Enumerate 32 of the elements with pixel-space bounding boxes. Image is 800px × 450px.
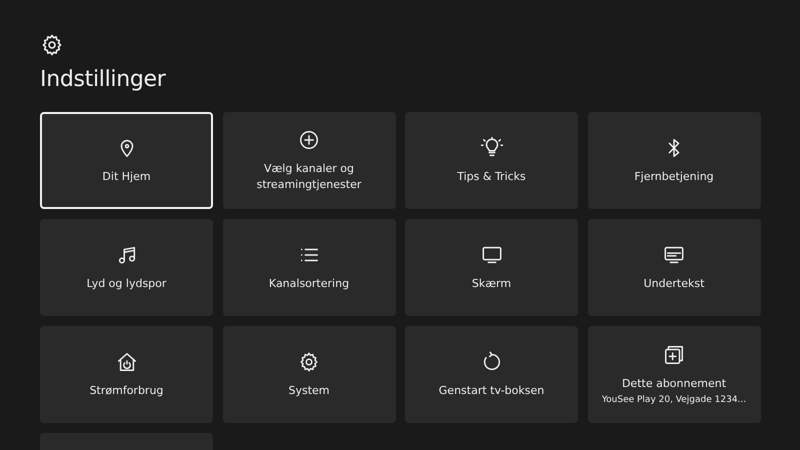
tile-label: Skærm (472, 276, 512, 292)
tile-label: Kanalsortering (268, 276, 350, 292)
settings-tile[interactable]: Genstart tv-boksen (405, 326, 578, 423)
settings-tile[interactable]: Tips & Tricks (405, 112, 578, 209)
tile-label: Lyd og lydspor (86, 276, 166, 292)
tile-label: Dette abonnement (622, 376, 726, 392)
settings-tile[interactable]: Undertekst (588, 219, 760, 316)
tile-label: Undertekst (644, 276, 704, 292)
tile-label: Genstart tv-boksen (438, 382, 544, 398)
settings-tile[interactable]: Lyd og lydspor (40, 219, 213, 316)
tile-subtitle: YouSee Play 20, Vejgade 1234... (602, 394, 746, 406)
lightbulb-icon (480, 136, 502, 158)
stacked-squares-plus-icon (663, 344, 685, 366)
settings-tile[interactable]: Kanalsortering (222, 219, 396, 316)
settings-tile[interactable]: Strømforbrug (40, 326, 213, 423)
gear-icon (298, 350, 320, 372)
settings-tile[interactable]: Fjernbetjening (588, 112, 760, 209)
settings-icon (40, 33, 64, 57)
tile-label: Fjernbetjening (634, 168, 714, 184)
settings-tile[interactable]: Skærm (405, 219, 578, 316)
tile-label: System (288, 382, 330, 398)
settings-tile[interactable]: System (222, 326, 396, 423)
page-title: Indstillinger (40, 67, 167, 92)
tile-label: Tips & Tricks (457, 168, 526, 184)
settings-tile[interactable]: Dette abonnement YouSee Play 20, Vejgade 1234... (588, 326, 760, 423)
tile-label: Strømforbrug (90, 382, 164, 398)
house-power-icon (116, 350, 138, 372)
tile-label: Vælg kanaler og streamingtjenester (256, 160, 362, 192)
plus-circle-icon (298, 128, 320, 150)
tile-label: Dit Hjem (102, 168, 151, 184)
settings-tile[interactable]: Dit Hjem (40, 112, 213, 209)
settings-tile[interactable]: Vælg kanaler og streamingtjenester (222, 112, 396, 209)
